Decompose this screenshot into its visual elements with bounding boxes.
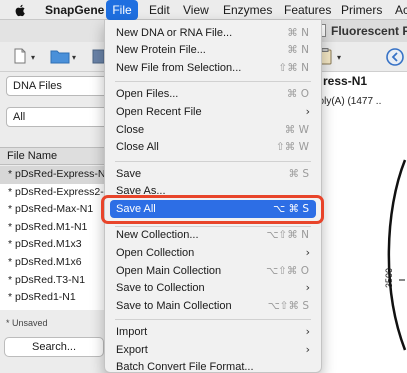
menu-item-new-dna[interactable]: New DNA or RNA File... ⌘ N <box>105 24 321 42</box>
menu-item-shortcut: ⌥⇧⌘ N <box>266 229 309 241</box>
file-list: * pDsRed-Express-N * pDsRed-Express2- * … <box>0 166 120 310</box>
collection-select-value: DNA Files <box>13 80 62 92</box>
plasmid-map[interactable] <box>310 130 407 373</box>
menu-item-label: Open Collection <box>116 247 195 259</box>
ruler-label: 3500 <box>384 267 394 288</box>
menu-item-label: New File from Selection... <box>116 62 242 74</box>
menu-item-shortcut: ⌥⇧⌘ O <box>266 265 309 277</box>
open-folder-icon[interactable] <box>50 49 70 64</box>
menu-item-batch-convert[interactable]: Batch Convert File Format... <box>105 358 321 373</box>
chevron-right-icon: › <box>305 325 310 338</box>
clipboard-chevron-icon[interactable]: ▾ <box>337 53 341 62</box>
apple-icon[interactable] <box>14 4 26 17</box>
menu-item-new-collection[interactable]: New Collection... ⌥⇧⌘ N <box>105 226 321 244</box>
menu-item-shortcut: ⌘ S <box>288 168 309 180</box>
menu-item-label: New DNA or RNA File... <box>116 27 233 39</box>
menu-separator <box>115 319 311 320</box>
menu-primers[interactable]: Primers <box>341 0 382 20</box>
feature-label[interactable]: poly(A) (1477 .. <box>313 96 381 107</box>
menu-item-shortcut: ⇧⌘ N <box>278 62 310 74</box>
menu-item-label: New Collection... <box>116 229 199 241</box>
open-folder-chevron-icon[interactable]: ▾ <box>72 53 76 62</box>
menu-item-label: Close <box>116 124 145 136</box>
menu-item-save-to-main-collection[interactable]: Save to Main Collection ⌥⇧⌘ S <box>105 297 321 315</box>
file-row[interactable]: * pDsRed-Express-N <box>0 166 120 184</box>
menu-item-label: Open Recent File <box>116 106 202 118</box>
file-row[interactable]: * pDsRed.M1x3 <box>0 236 120 254</box>
menu-item-label: Save <box>116 168 142 180</box>
menu-item-shortcut: ⌘ N <box>287 44 309 56</box>
menu-view[interactable]: View <box>183 0 209 20</box>
new-file-icon[interactable] <box>14 48 26 64</box>
menu-item-open-collection[interactable]: Open Collection › <box>105 244 321 262</box>
menu-actions[interactable]: Ac <box>395 0 407 20</box>
menu-item-export[interactable]: Export › <box>105 341 321 359</box>
new-file-chevron-icon[interactable]: ▾ <box>31 53 35 62</box>
menu-item-label: Open Files... <box>116 88 179 100</box>
menu-item-open-recent[interactable]: Open Recent File › <box>105 103 321 121</box>
menu-item-save-to-collection[interactable]: Save to Collection › <box>105 279 321 297</box>
menu-separator <box>115 161 311 162</box>
app-menu[interactable]: SnapGene <box>45 0 104 20</box>
menu-item-shortcut: ⌘ O <box>286 88 309 100</box>
menu-item-label: Export <box>116 344 148 356</box>
menu-item-label: Batch Convert File Format... <box>116 361 254 373</box>
menu-item-new-protein[interactable]: New Protein File... ⌘ N <box>105 41 321 59</box>
chevron-right-icon: › <box>305 105 310 118</box>
unsaved-note: * Unsaved <box>6 318 48 328</box>
file-row[interactable]: * pDsRed.T3-N1 <box>0 272 120 290</box>
chevron-right-icon: › <box>305 246 310 259</box>
highlight-callout <box>101 195 324 224</box>
menu-item-import[interactable]: Import › <box>105 323 321 341</box>
menu-item-label: Close All <box>116 141 159 153</box>
menu-item-label: Import <box>116 326 148 338</box>
menu-item-close-all[interactable]: Close All ⇧⌘ W <box>105 138 321 156</box>
chevron-right-icon: › <box>305 281 310 294</box>
menu-separator <box>115 81 311 82</box>
menu-file[interactable]: File <box>106 0 138 20</box>
filter-select[interactable]: All <box>6 107 110 127</box>
menu-item-shortcut: ⌘ N <box>287 27 309 39</box>
collection-select[interactable]: DNA Files <box>6 76 110 96</box>
menu-item-label: Save to Collection <box>116 282 205 294</box>
menu-item-shortcut: ⇧⌘ W <box>275 141 309 153</box>
menu-item-save[interactable]: Save ⌘ S <box>105 165 321 183</box>
search-button[interactable]: Search... <box>4 337 104 357</box>
save-disk-icon[interactable] <box>92 49 104 64</box>
chevron-right-icon: › <box>305 343 310 356</box>
file-list-header[interactable]: File Name <box>0 147 120 165</box>
menu-item-label: Save to Main Collection <box>116 300 232 312</box>
menu-item-label: New Protein File... <box>116 44 206 56</box>
menu-edit[interactable]: Edit <box>149 0 170 20</box>
filter-select-value: All <box>13 111 26 123</box>
menu-item-open-files[interactable]: Open Files... ⌘ O <box>105 85 321 103</box>
menu-item-close[interactable]: Close ⌘ W <box>105 121 321 139</box>
back-arrow-icon[interactable] <box>386 48 404 66</box>
menu-features[interactable]: Features <box>284 0 331 20</box>
menu-item-label: Open Main Collection <box>116 265 222 277</box>
menu-bar: SnapGene File Edit View Enzymes Features… <box>0 0 407 20</box>
menu-item-shortcut: ⌘ W <box>284 124 309 136</box>
menu-item-new-from-selection[interactable]: New File from Selection... ⇧⌘ N <box>105 59 321 77</box>
menu-item-shortcut: ⌥⇧⌘ S <box>267 300 309 312</box>
menu-item-open-main-collection[interactable]: Open Main Collection ⌥⇧⌘ O <box>105 262 321 280</box>
document-title: Fluorescent Pro <box>331 24 407 38</box>
file-row[interactable]: * pDsRed.M1x6 <box>0 254 120 272</box>
sequence-name: ress-N1 <box>323 74 368 88</box>
file-row[interactable]: * pDsRed1-N1 <box>0 289 120 307</box>
menu-enzymes[interactable]: Enzymes <box>223 0 272 20</box>
